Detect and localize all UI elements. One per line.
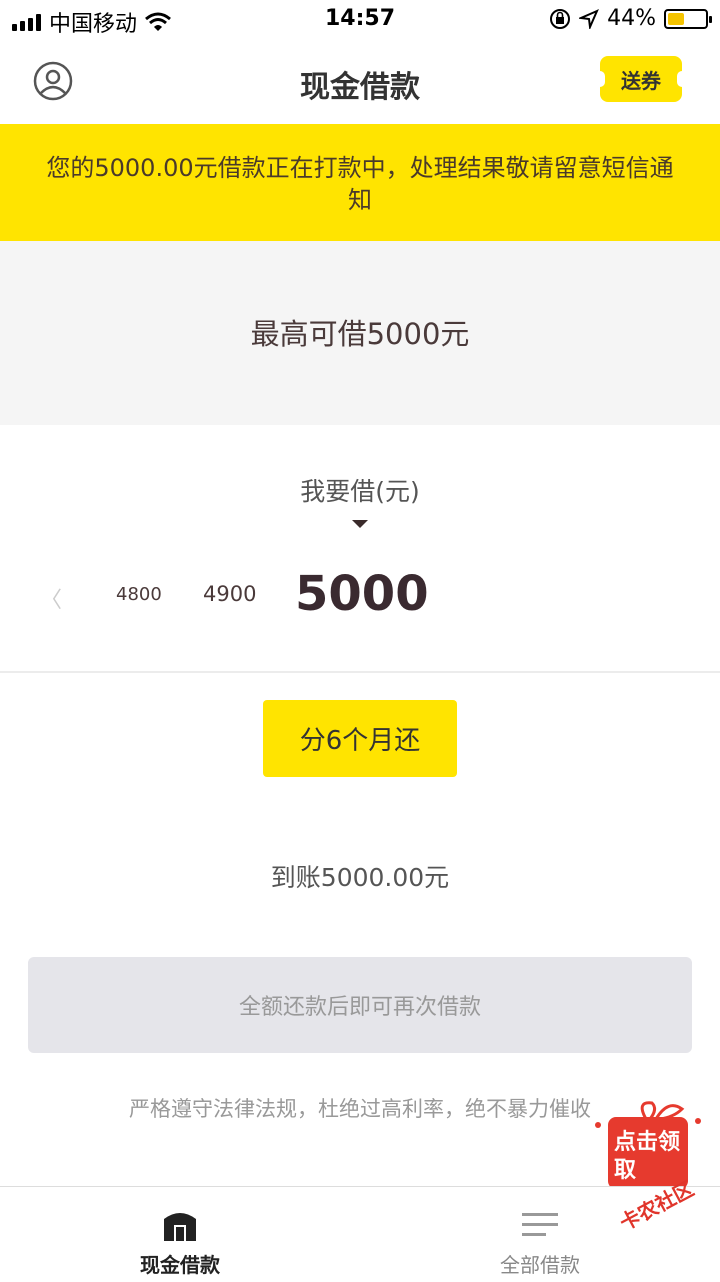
orientation-lock-icon: [550, 8, 571, 29]
borrow-again-button[interactable]: 全额还款后即可再次借款: [28, 957, 692, 1053]
status-right: 44%: [549, 6, 712, 31]
promo-gift-badge[interactable]: 点击领取: [586, 1095, 706, 1189]
tab-label: 全部借款: [500, 1253, 580, 1277]
battery-level: [668, 12, 684, 25]
battery-icon: [664, 8, 712, 29]
amount-option[interactable]: 4900: [203, 582, 256, 606]
status-bar: 中国移动 14:57 44%: [0, 0, 720, 40]
borrow-amount-label: 我要借(元): [300, 477, 420, 506]
amount-option[interactable]: 4800: [116, 584, 162, 605]
max-limit-text: 最高可借5000元: [250, 317, 470, 351]
divider: [0, 671, 720, 673]
tab-label: 现金借款: [140, 1253, 220, 1277]
notice-banner: 您的5000.00元借款正在打款中，处理结果敬请留意短信通知: [0, 124, 720, 241]
list-icon: [522, 1213, 558, 1236]
battery-percent: 44%: [607, 6, 656, 31]
promo-text: 点击领取: [614, 1130, 681, 1183]
tab-cash-loan[interactable]: 现金借款: [0, 1187, 360, 1282]
nav-bar: 现金借款 送券: [0, 40, 720, 124]
home-icon: [164, 1213, 196, 1241]
limit-panel: 最高可借5000元: [0, 241, 720, 425]
selected-amount[interactable]: 5000: [295, 566, 429, 622]
location-icon: [579, 8, 600, 29]
received-amount-text: 到账5000.00元: [270, 863, 450, 892]
coupon-button[interactable]: 送券: [595, 56, 687, 102]
tab-bar: 现金借款 全部借款: [0, 1186, 720, 1282]
selection-pointer-icon: [352, 520, 368, 528]
repayment-term-button[interactable]: 分6个月还: [263, 700, 457, 777]
chevron-left-icon[interactable]: 〈: [40, 582, 62, 614]
